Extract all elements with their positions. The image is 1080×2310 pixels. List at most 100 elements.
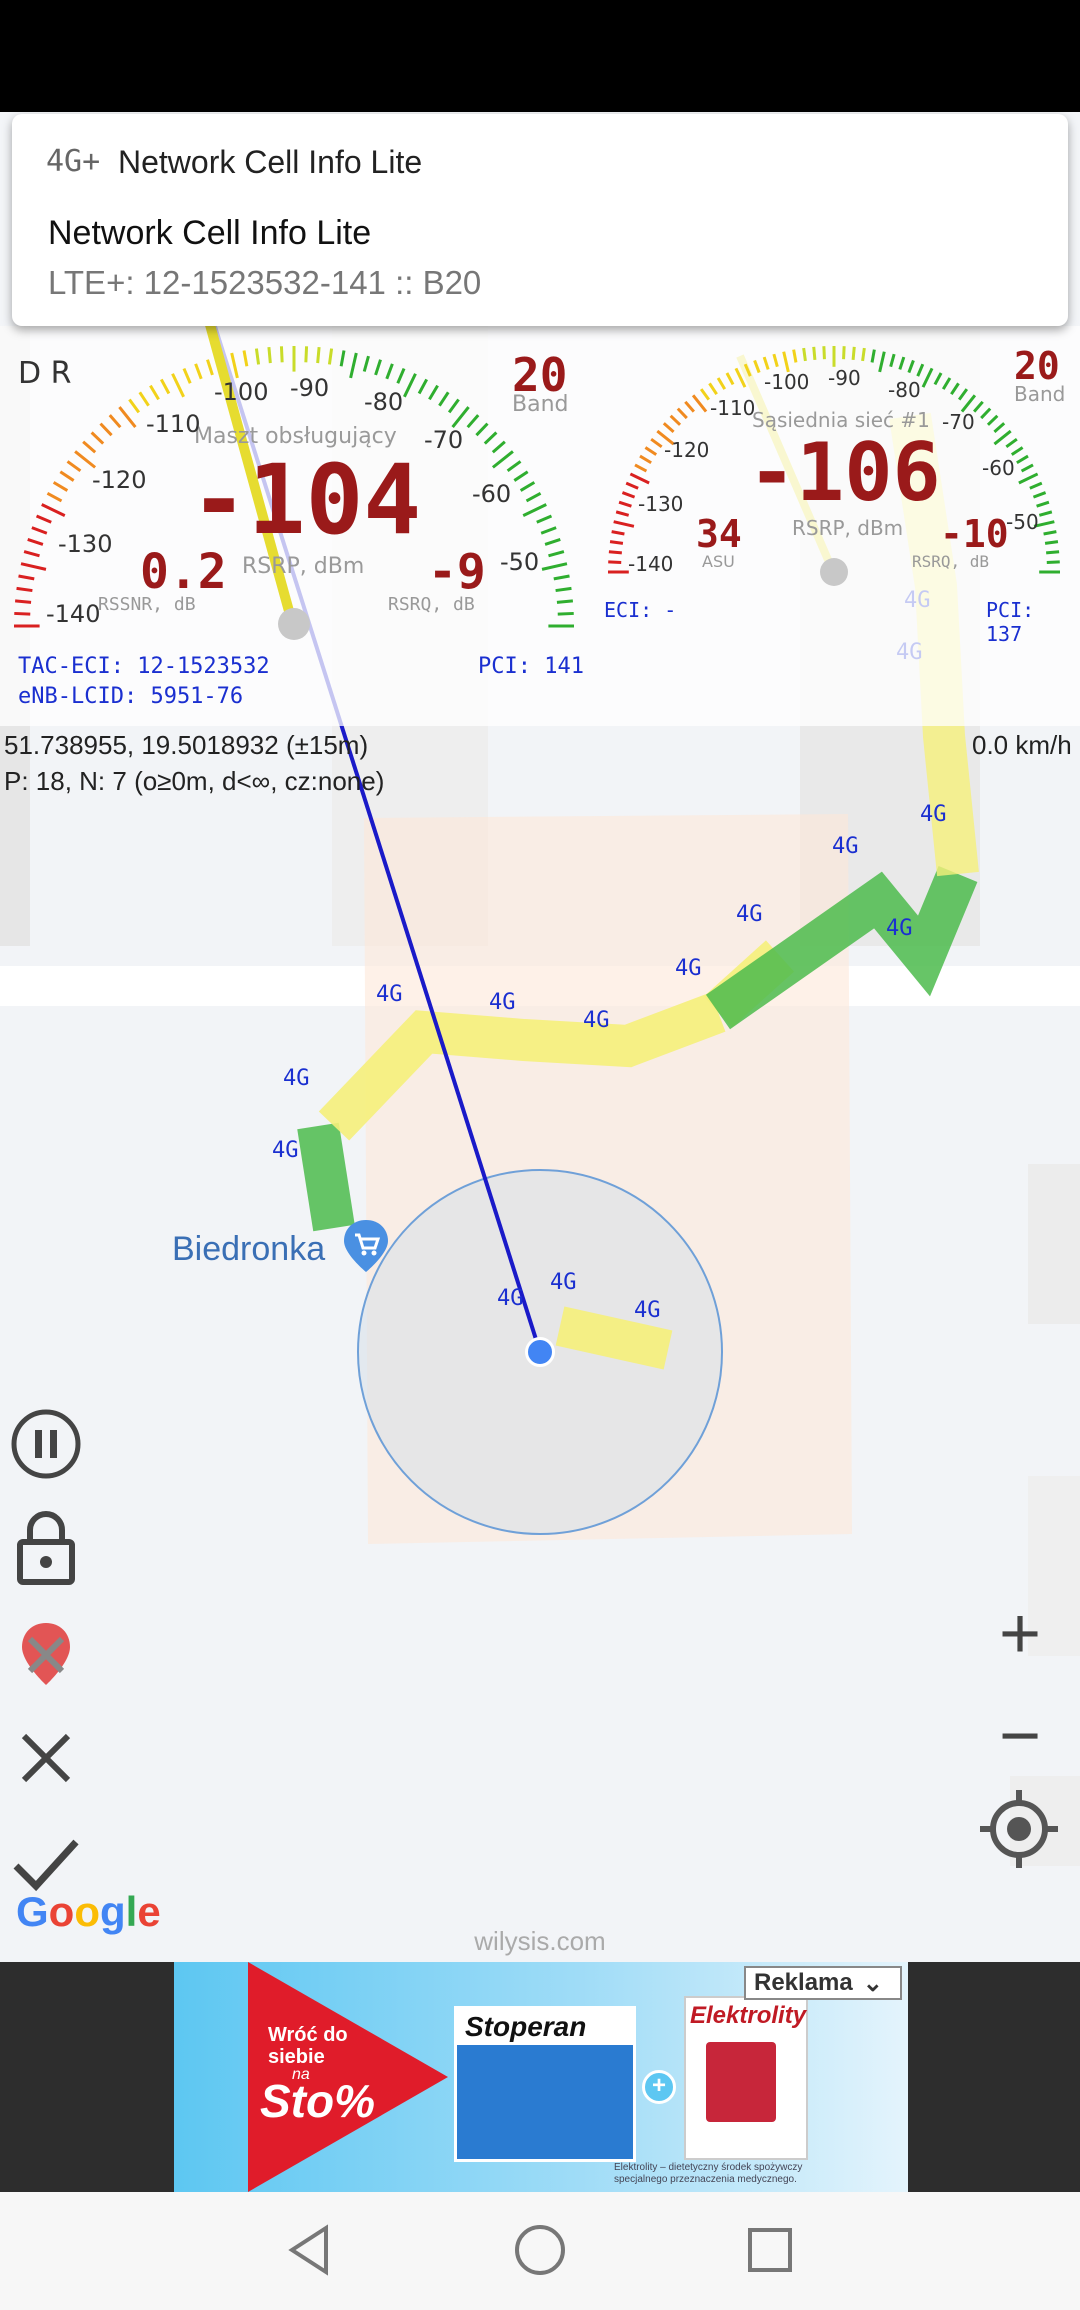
gauge-tick-mark (149, 384, 160, 401)
gauge-tick-mark (396, 367, 406, 384)
gauge-tick-label: -140 (46, 600, 101, 628)
cell-marker[interactable]: 4G (272, 1138, 299, 1163)
cancel-button[interactable] (8, 1720, 84, 1796)
gauge-tick-mark (644, 446, 658, 456)
gauge-tick-mark (916, 363, 925, 377)
gauge-tick-mark (171, 373, 185, 398)
notification-text: LTE+: 12-1523532-141 :: B20 (48, 264, 482, 301)
pause-button[interactable] (8, 1406, 84, 1482)
cell-marker[interactable]: 4G (832, 834, 859, 859)
gauge-tick-mark (1046, 560, 1060, 564)
gauge-tick-mark (417, 378, 429, 395)
gauge-tick-mark (557, 611, 574, 616)
ad-product-box-1: Stoperan (454, 2006, 636, 2162)
gauge-tick-mark (802, 347, 807, 362)
cell-marker[interactable]: 4G (736, 902, 763, 927)
back-icon[interactable] (282, 2222, 338, 2278)
gauge-tick-mark (608, 560, 622, 564)
ad-banner[interactable]: Wróć do siebie na Sto% Stoperan + Elektr… (174, 1962, 908, 2192)
gauge-tick-mark (993, 429, 1012, 446)
clear-markers-button[interactable] (8, 1616, 84, 1692)
gauge-tick-label: -130 (58, 530, 113, 558)
poi-label[interactable]: Biedronka (172, 1230, 325, 1269)
notification-card[interactable]: 4G+ Network Cell Info Lite Network Cell … (12, 114, 1068, 326)
gauge-tick-mark (907, 359, 915, 374)
gauge-tick-mark (118, 406, 137, 429)
gauge-tick-mark (676, 407, 688, 420)
cell-marker[interactable]: 4G (675, 956, 702, 981)
gauge-tick-mark (128, 398, 141, 414)
mode-indicator[interactable]: D R (18, 356, 71, 391)
cell-marker[interactable]: 4G (583, 1008, 610, 1033)
recents-icon[interactable] (742, 2222, 798, 2278)
gauge-tick-mark (772, 353, 779, 368)
cell-marker[interactable]: 4G (550, 1270, 577, 1295)
gauge-tick-mark (933, 372, 943, 386)
ad-choices-badge[interactable]: Reklama ⌄ (744, 1966, 902, 2000)
gauge-tick-label: -70 (424, 426, 464, 454)
map-view[interactable]: 4G 4G 4G 4G 4G 4G 4G 4G 4G 4G 4G 4G 4G 4… (0, 326, 1080, 1962)
gauge-tick-mark (438, 391, 450, 407)
band-label: Band (512, 392, 569, 417)
cell-marker[interactable]: 4G (886, 916, 913, 941)
gauge-tick-mark (513, 470, 529, 482)
cell-marker[interactable]: 4G (283, 1066, 310, 1091)
zoom-in-button[interactable]: + (980, 1594, 1060, 1674)
gauge-tick-mark (522, 503, 547, 517)
gauge-tick-mark (950, 382, 960, 396)
my-location-button[interactable] (976, 1786, 1062, 1872)
gauge-tick-mark (475, 422, 489, 437)
system-nav-bar (0, 2192, 1080, 2310)
cell-marker[interactable]: 4G (497, 1286, 524, 1311)
gauge-tick-mark (316, 346, 321, 364)
gauge-tick-mark (716, 377, 727, 390)
gauge-tick-mark (980, 407, 992, 420)
cell-marker[interactable]: 4G (376, 982, 403, 1007)
gauge-tick-mark (691, 394, 708, 413)
gauge-tick-mark (349, 352, 358, 379)
gauge-tick-mark (734, 367, 747, 388)
gauge-tick-mark (385, 363, 394, 380)
close-icon (21, 1733, 71, 1783)
ad-headline: Wróć do siebie (268, 2024, 348, 2068)
gauge-tick-mark (82, 440, 97, 454)
gauge-tick-mark (46, 491, 63, 503)
gauge-tick-mark (304, 346, 309, 363)
gauge-tick-mark (957, 388, 969, 401)
gauge-tick-mark (993, 422, 1006, 433)
gauge-tick-mark (254, 348, 261, 365)
gauge-tick-mark (14, 611, 31, 616)
shopping-cart-pin-icon[interactable] (342, 1218, 390, 1272)
gauge-tick-mark (921, 367, 934, 388)
asu-label: ASU (702, 552, 735, 571)
gauge-tick-label: -100 (764, 370, 810, 394)
gauge-tick-mark (1005, 437, 1018, 449)
cell-marker[interactable]: 4G (920, 802, 947, 827)
ad-headline-big: Sto% (260, 2075, 375, 2127)
watermark: wilysis.com (474, 1926, 606, 1956)
ad-brand-2: Elektrolity (690, 2002, 807, 2029)
gauge-tick-mark (544, 538, 561, 546)
gauge-tick-mark (35, 514, 52, 524)
home-icon[interactable] (512, 2222, 568, 2278)
gauge-tick-mark (822, 346, 826, 360)
gauge-tick-label: -120 (92, 466, 147, 494)
gauge-tick-mark (519, 481, 536, 492)
gauge-tick-mark (1020, 463, 1034, 473)
gauge-tick-mark (851, 346, 856, 360)
checkmark-icon (13, 1839, 79, 1892)
tac-eci: TAC-ECI: 12-1523532 (18, 654, 270, 679)
crosshair-icon (980, 1790, 1058, 1868)
gauge-tick-mark (491, 440, 506, 454)
pci-left: PCI: 141 (478, 654, 584, 679)
cell-marker[interactable]: 4G (489, 990, 516, 1015)
gauge-tick-mark (506, 460, 522, 473)
rssnr-value: 0.2 (140, 544, 227, 600)
gauge-tick-mark (428, 384, 439, 401)
gauge-tick-label: -60 (982, 456, 1015, 480)
cell-marker[interactable]: 4G (634, 1298, 661, 1323)
lock-icon (17, 1511, 75, 1585)
zoom-out-button[interactable]: − (980, 1696, 1060, 1776)
gauge-tick-label: -120 (664, 438, 710, 462)
lock-button[interactable] (8, 1510, 84, 1586)
